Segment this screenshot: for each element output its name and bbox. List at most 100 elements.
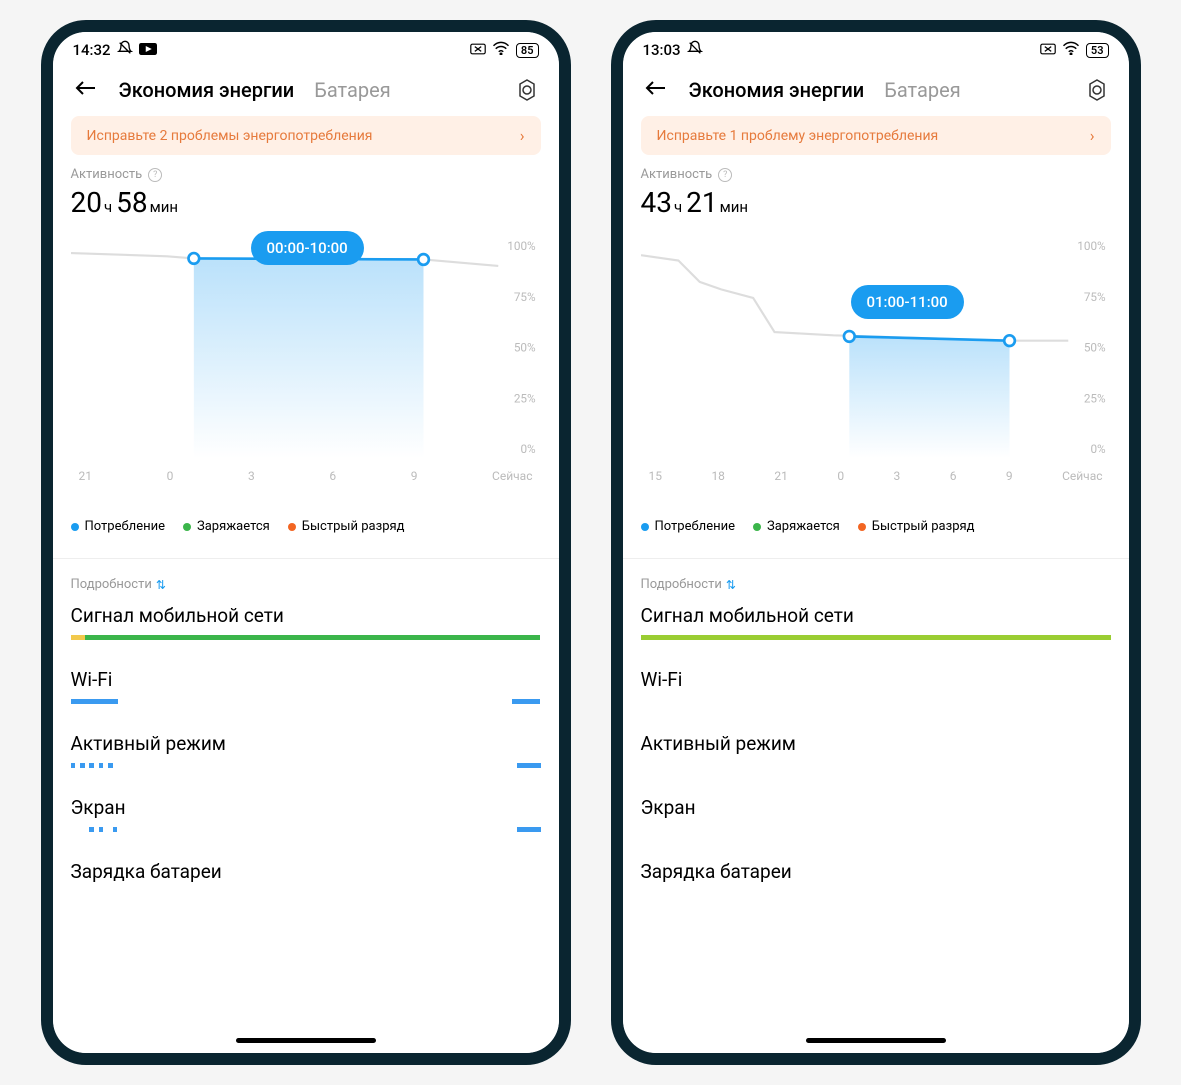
chart-svg: 100% 75% 50% 25% 0% (71, 231, 541, 461)
x-tick: 0 (837, 469, 844, 483)
detail-item[interactable]: Сигнал мобильной сети (641, 604, 1111, 640)
svg-text:0%: 0% (1090, 442, 1106, 456)
usage-bar-segment (80, 763, 85, 768)
screen: 14:32 85 Экономия энергии Батарея Исправ… (53, 32, 559, 1053)
sort-icon: ⇅ (156, 578, 166, 592)
details-label[interactable]: Подробности ⇅ (641, 577, 1111, 592)
detail-item[interactable]: Сигнал мобильной сети (71, 604, 541, 640)
svg-text:75%: 75% (513, 290, 535, 304)
x-tick: 9 (1006, 469, 1013, 483)
divider (53, 558, 559, 559)
detail-item[interactable]: Зарядка батареи (641, 860, 1111, 896)
tab-battery[interactable]: Батарея (314, 78, 390, 102)
youtube-icon (139, 41, 157, 59)
banner-text: Исправьте 1 проблему энергопотребления (657, 128, 939, 144)
usage-bar-segment (99, 763, 104, 768)
home-indicator[interactable] (806, 1038, 946, 1043)
close-box-icon (470, 41, 486, 59)
usage-bar-segment (71, 699, 118, 704)
usage-bar (641, 699, 1111, 704)
usage-bar-segment (85, 635, 541, 640)
legend-charging: Заряжается (753, 519, 840, 534)
x-axis-labels: 1518210369Сейчас (641, 465, 1111, 483)
status-bar: 13:03 53 (623, 32, 1129, 64)
home-indicator[interactable] (236, 1038, 376, 1043)
detail-title: Зарядка батареи (71, 860, 541, 883)
usage-bar (71, 827, 541, 832)
chart-legend: Потребление Заряжается Быстрый разряд (71, 519, 541, 534)
tab-battery[interactable]: Батарея (884, 78, 960, 102)
usage-bar-segment (71, 763, 76, 768)
detail-item[interactable]: Активный режим (71, 732, 541, 768)
screen: 13:03 53 Экономия энергии Батарея Исправ… (623, 32, 1129, 1053)
battery-chart[interactable]: 01:00-11:00 100% 75% 50% 25% 0% 15182103… (641, 231, 1111, 501)
x-tick: 21 (79, 469, 93, 483)
usage-bar-segment (517, 827, 541, 832)
usage-bar (641, 763, 1111, 768)
activity-label: Активность ? (71, 167, 541, 182)
svg-text:0%: 0% (520, 442, 536, 456)
svg-text:50%: 50% (513, 340, 535, 354)
legend-fast-drain: Быстрый разряд (858, 519, 975, 534)
usage-bar (71, 635, 541, 640)
dnd-icon (687, 40, 703, 60)
header: Экономия энергии Батарея (53, 64, 559, 116)
battery-chart[interactable]: 00:00-10:00 100% 75% 50% 25% 0% 210369Се… (71, 231, 541, 501)
help-icon[interactable]: ? (718, 168, 732, 182)
x-tick: 9 (411, 469, 418, 483)
phone-frame: 14:32 85 Экономия энергии Батарея Исправ… (41, 20, 571, 1065)
activity-duration: 43ч21мин (641, 186, 1111, 219)
activity-label: Активность ? (641, 167, 1111, 182)
close-box-icon (1040, 41, 1056, 59)
x-tick: Сейчас (1062, 469, 1102, 483)
legend-consumption: Потребление (71, 519, 166, 534)
detail-item[interactable]: Экран (71, 796, 541, 832)
gear-icon[interactable] (515, 78, 539, 102)
usage-bar-segment (641, 635, 1111, 640)
usage-bar-segment (512, 699, 540, 704)
status-bar: 14:32 85 (53, 32, 559, 64)
detail-item[interactable]: Wi-Fi (71, 668, 541, 704)
legend-charging: Заряжается (183, 519, 270, 534)
tab-power-saving[interactable]: Экономия энергии (119, 78, 295, 102)
usage-bar-segment (71, 635, 85, 640)
gear-icon[interactable] (1085, 78, 1109, 102)
detail-item[interactable]: Экран (641, 796, 1111, 832)
time-range-badge: 01:00-11:00 (851, 285, 964, 319)
x-tick: 15 (649, 469, 663, 483)
activity-duration: 20ч58мин (71, 186, 541, 219)
detail-item[interactable]: Зарядка батареи (71, 860, 541, 896)
usage-bar (71, 763, 541, 768)
x-tick: 0 (167, 469, 174, 483)
x-axis-labels: 210369Сейчас (71, 465, 541, 483)
detail-title: Экран (71, 796, 541, 819)
chart-legend: Потребление Заряжается Быстрый разряд (641, 519, 1111, 534)
usage-bar-segment (99, 827, 104, 832)
phone-frame: 13:03 53 Экономия энергии Батарея Исправ… (611, 20, 1141, 1065)
time-range-badge: 00:00-10:00 (251, 231, 364, 265)
tab-power-saving[interactable]: Экономия энергии (689, 78, 865, 102)
wifi-icon (1062, 41, 1080, 59)
detail-title: Активный режим (641, 732, 1111, 755)
back-icon[interactable] (73, 76, 99, 104)
details-label[interactable]: Подробности ⇅ (71, 577, 541, 592)
legend-consumption: Потребление (641, 519, 736, 534)
svg-text:25%: 25% (1083, 392, 1105, 406)
legend-fast-drain: Быстрый разряд (288, 519, 405, 534)
detail-title: Экран (641, 796, 1111, 819)
help-icon[interactable]: ? (148, 168, 162, 182)
battery-icon: 85 (516, 43, 539, 58)
divider (623, 558, 1129, 559)
detail-item[interactable]: Активный режим (641, 732, 1111, 768)
x-tick: 6 (950, 469, 957, 483)
back-icon[interactable] (643, 76, 669, 104)
chevron-right-icon: › (1090, 126, 1095, 145)
warning-banner[interactable]: Исправьте 2 проблемы энергопотребления › (71, 116, 541, 155)
battery-icon: 53 (1086, 43, 1109, 58)
usage-bar-segment (89, 763, 94, 768)
detail-item[interactable]: Wi-Fi (641, 668, 1111, 704)
warning-banner[interactable]: Исправьте 1 проблему энергопотребления › (641, 116, 1111, 155)
sort-icon: ⇅ (726, 578, 736, 592)
detail-title: Wi-Fi (71, 668, 541, 691)
detail-title: Активный режим (71, 732, 541, 755)
